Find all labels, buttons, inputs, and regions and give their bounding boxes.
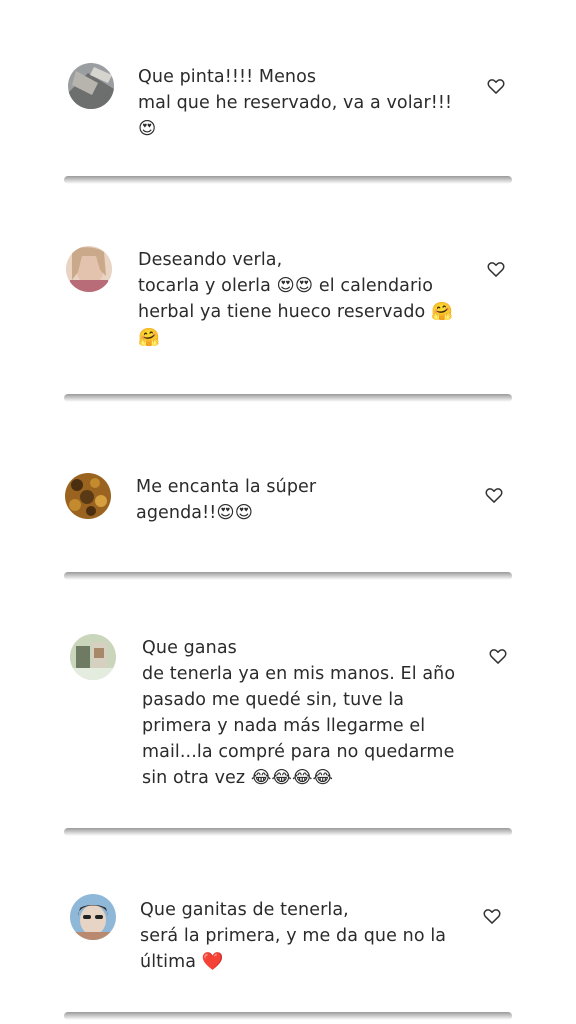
avatar[interactable] [70, 634, 116, 680]
avatar[interactable] [70, 894, 116, 940]
divider [64, 1012, 512, 1020]
heart-outline-icon[interactable] [488, 646, 508, 666]
divider [64, 828, 512, 836]
heart-outline-icon[interactable] [484, 485, 504, 505]
divider [64, 572, 512, 580]
avatar[interactable] [68, 63, 114, 109]
heart-outline-icon[interactable] [482, 906, 502, 926]
heart-outline-icon[interactable] [486, 76, 506, 96]
avatar[interactable] [66, 246, 112, 292]
comment-text: Que pinta!!!! Menos mal que he reservado… [138, 67, 453, 139]
avatar[interactable] [65, 473, 111, 519]
divider [64, 176, 512, 184]
avatar-image [66, 246, 112, 292]
avatar-image [68, 63, 114, 109]
avatar-image [70, 634, 116, 680]
comment-text: Deseando verla, tocarla y olerla 😍😍 el c… [138, 250, 453, 348]
comment-text: Me encanta la súper agenda!!😍😍 [136, 477, 317, 523]
heart-outline-icon[interactable] [486, 259, 506, 279]
avatar-image [70, 894, 116, 940]
avatar-image [65, 473, 111, 519]
comment-text: Que ganitas de tenerla, será la primera,… [140, 900, 447, 972]
divider [64, 394, 512, 402]
comment-text: Que ganas de tenerla ya en mis manos. El… [142, 638, 456, 788]
